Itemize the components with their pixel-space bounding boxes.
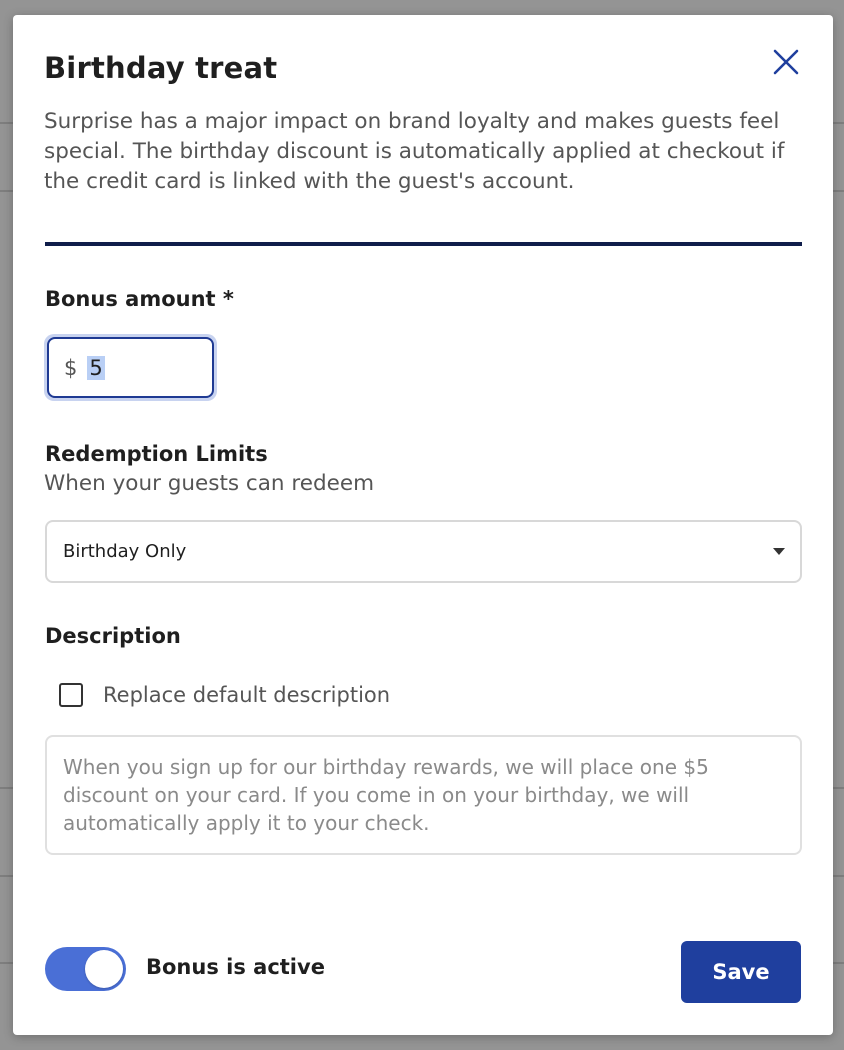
replace-description-label[interactable]: Replace default description — [103, 683, 390, 707]
redemption-selected-value: Birthday Only — [63, 541, 187, 562]
bonus-amount-field[interactable]: $ 5 — [44, 334, 217, 401]
redemption-limits-sublabel: When your guests can redeem — [44, 471, 375, 496]
dialog-title: Birthday treat — [44, 51, 278, 85]
bonus-active-label: Bonus is active — [146, 955, 325, 979]
description-label: Description — [45, 624, 181, 648]
chevron-down-icon — [773, 548, 785, 555]
section-divider — [45, 242, 802, 246]
description-textarea[interactable]: When you sign up for our birthday reward… — [45, 735, 802, 855]
bonus-amount-value[interactable]: 5 — [87, 355, 105, 380]
save-button[interactable]: Save — [681, 941, 801, 1003]
bonus-amount-label: Bonus amount * — [45, 287, 234, 311]
bonus-active-toggle[interactable] — [45, 947, 126, 991]
replace-description-checkbox-row[interactable]: Replace default description — [59, 683, 390, 707]
bonus-amount-input[interactable]: $ 5 — [47, 337, 214, 398]
close-button[interactable] — [769, 45, 803, 79]
dialog-intro: Surprise has a major impact on brand loy… — [44, 109, 785, 194]
replace-description-checkbox[interactable] — [59, 683, 83, 707]
birthday-treat-dialog: Birthday treat Surprise has a major impa… — [13, 15, 833, 1035]
close-icon — [773, 49, 799, 75]
redemption-limits-label: Redemption Limits — [45, 442, 268, 466]
currency-prefix: $ — [64, 355, 78, 380]
toggle-knob — [85, 950, 123, 988]
redemption-limits-select[interactable]: Birthday Only — [45, 520, 802, 583]
